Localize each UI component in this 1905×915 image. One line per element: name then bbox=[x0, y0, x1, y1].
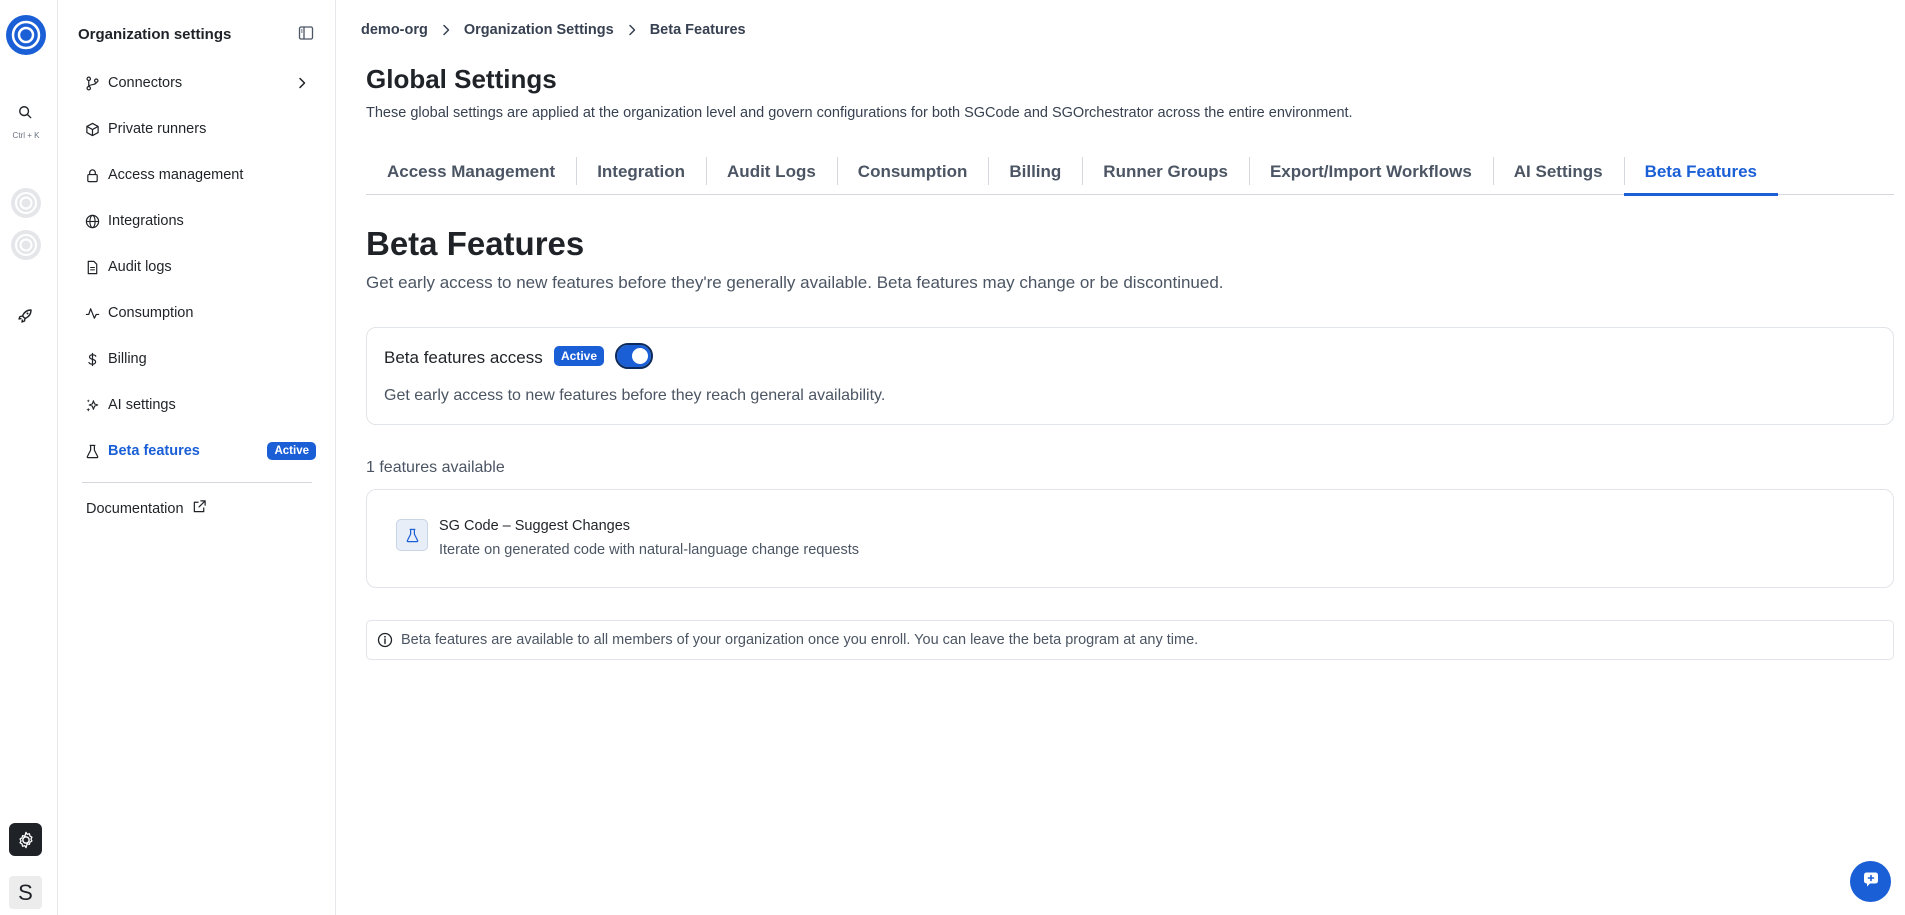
sidebar-item-label: Beta features bbox=[108, 443, 200, 459]
section-title: Beta Features bbox=[366, 225, 585, 262]
beta-access-card: Beta features access Active Get early ac… bbox=[366, 327, 1894, 425]
search-icon[interactable] bbox=[14, 101, 36, 123]
sidebar-title: Organization settings bbox=[78, 26, 232, 43]
sidebar-item-integrations[interactable]: Integrations bbox=[76, 198, 318, 244]
settings-nav: Connectors Private runners Access manage… bbox=[76, 60, 318, 474]
info-note: Beta features are available to all membe… bbox=[366, 620, 1894, 660]
sidebar-item-label: Private runners bbox=[108, 121, 207, 137]
chevron-right-icon bbox=[624, 22, 640, 38]
documentation-label: Documentation bbox=[86, 500, 184, 517]
chevron-right-icon bbox=[294, 75, 310, 91]
settings-tabs: Access Management Integration Audit Logs… bbox=[366, 150, 1894, 196]
external-link-icon bbox=[192, 499, 207, 518]
tab-ai-settings[interactable]: AI Settings bbox=[1492, 150, 1624, 194]
chat-support-button[interactable] bbox=[1850, 861, 1891, 902]
sidebar-item-label: Billing bbox=[108, 351, 147, 367]
info-icon bbox=[377, 632, 393, 648]
workspace-ring-icon[interactable] bbox=[10, 229, 42, 261]
sidebar-item-consumption[interactable]: Consumption bbox=[76, 290, 318, 336]
chevron-right-icon bbox=[438, 22, 454, 38]
rocket-icon[interactable] bbox=[14, 305, 36, 327]
page-title: Global Settings bbox=[366, 64, 557, 94]
chat-plus-icon bbox=[1862, 870, 1880, 893]
sidebar-item-label: Access management bbox=[108, 167, 244, 183]
dollar-icon bbox=[84, 351, 100, 367]
sidebar-item-private-runners[interactable]: Private runners bbox=[76, 106, 318, 152]
status-badge: Active bbox=[554, 346, 605, 366]
tab-audit-logs[interactable]: Audit Logs bbox=[706, 150, 837, 194]
breadcrumb-item-organization-settings[interactable]: Organization Settings bbox=[464, 22, 614, 38]
icon-rail: Ctrl + K S bbox=[0, 0, 58, 915]
tab-integration[interactable]: Integration bbox=[576, 150, 706, 194]
sparkle-icon bbox=[84, 397, 100, 413]
search-shortcut-hint: Ctrl + K bbox=[12, 131, 40, 140]
tab-access-management[interactable]: Access Management bbox=[366, 150, 576, 194]
feature-description: Iterate on generated code with natural-l… bbox=[439, 542, 859, 558]
sidebar-item-audit-logs[interactable]: Audit logs bbox=[76, 244, 318, 290]
beta-access-toggle[interactable] bbox=[615, 343, 653, 369]
tab-runner-groups[interactable]: Runner Groups bbox=[1082, 150, 1249, 194]
settings-sidebar: Organization settings Connectors Private… bbox=[58, 0, 336, 915]
section-subtitle: Get early access to new features before … bbox=[366, 273, 1224, 292]
sidebar-item-connectors[interactable]: Connectors bbox=[76, 60, 318, 106]
tab-consumption[interactable]: Consumption bbox=[836, 150, 989, 194]
breadcrumb-item-org[interactable]: demo-org bbox=[361, 22, 428, 38]
sidebar-item-label: Connectors bbox=[108, 75, 183, 91]
feature-name: SG Code – Suggest Changes bbox=[439, 518, 631, 534]
sidebar-collapse-icon[interactable] bbox=[298, 25, 314, 41]
features-count: 1 features available bbox=[366, 459, 505, 476]
sidebar-item-billing[interactable]: Billing bbox=[76, 336, 318, 382]
breadcrumb: demo-org Organization Settings Beta Feat… bbox=[361, 22, 746, 38]
user-avatar[interactable]: S bbox=[9, 876, 42, 909]
app-logo-icon[interactable] bbox=[6, 15, 46, 55]
main-content: demo-org Organization Settings Beta Feat… bbox=[336, 0, 1905, 915]
toggle-knob bbox=[632, 348, 648, 364]
breadcrumb-item-current: Beta Features bbox=[649, 22, 746, 38]
cube-icon bbox=[84, 121, 100, 137]
branch-icon bbox=[84, 75, 100, 91]
sidebar-item-ai-settings[interactable]: AI settings bbox=[76, 382, 318, 428]
flask-icon bbox=[396, 519, 428, 551]
beta-access-description: Get early access to new features before … bbox=[384, 387, 886, 404]
tab-beta-features[interactable]: Beta Features bbox=[1623, 150, 1779, 196]
feature-card[interactable]: SG Code – Suggest Changes Iterate on gen… bbox=[366, 489, 1894, 588]
sidebar-item-beta-features[interactable]: Beta features Active bbox=[76, 428, 318, 474]
tab-billing[interactable]: Billing bbox=[988, 150, 1082, 194]
sidebar-divider bbox=[82, 482, 312, 483]
workspace-ring-icon[interactable] bbox=[10, 187, 42, 219]
sidebar-item-label: Integrations bbox=[108, 213, 184, 229]
page-subtitle: These global settings are applied at the… bbox=[366, 105, 1353, 121]
tab-export-import-workflows[interactable]: Export/Import Workflows bbox=[1248, 150, 1493, 194]
activity-icon bbox=[84, 305, 100, 321]
lock-icon bbox=[84, 167, 100, 183]
globe-icon bbox=[84, 213, 100, 229]
sidebar-item-label: Audit logs bbox=[108, 259, 172, 275]
sidebar-item-label: Consumption bbox=[108, 305, 194, 321]
info-note-text: Beta features are available to all membe… bbox=[401, 632, 1199, 648]
sidebar-item-label: AI settings bbox=[108, 397, 176, 413]
file-icon bbox=[84, 259, 100, 275]
settings-gear-icon[interactable] bbox=[9, 823, 42, 856]
beta-access-title: Beta features access bbox=[384, 348, 543, 367]
status-badge: Active bbox=[267, 442, 316, 460]
sidebar-item-access-management[interactable]: Access management bbox=[76, 152, 318, 198]
documentation-link[interactable]: Documentation bbox=[86, 499, 207, 518]
flask-icon bbox=[84, 443, 100, 459]
